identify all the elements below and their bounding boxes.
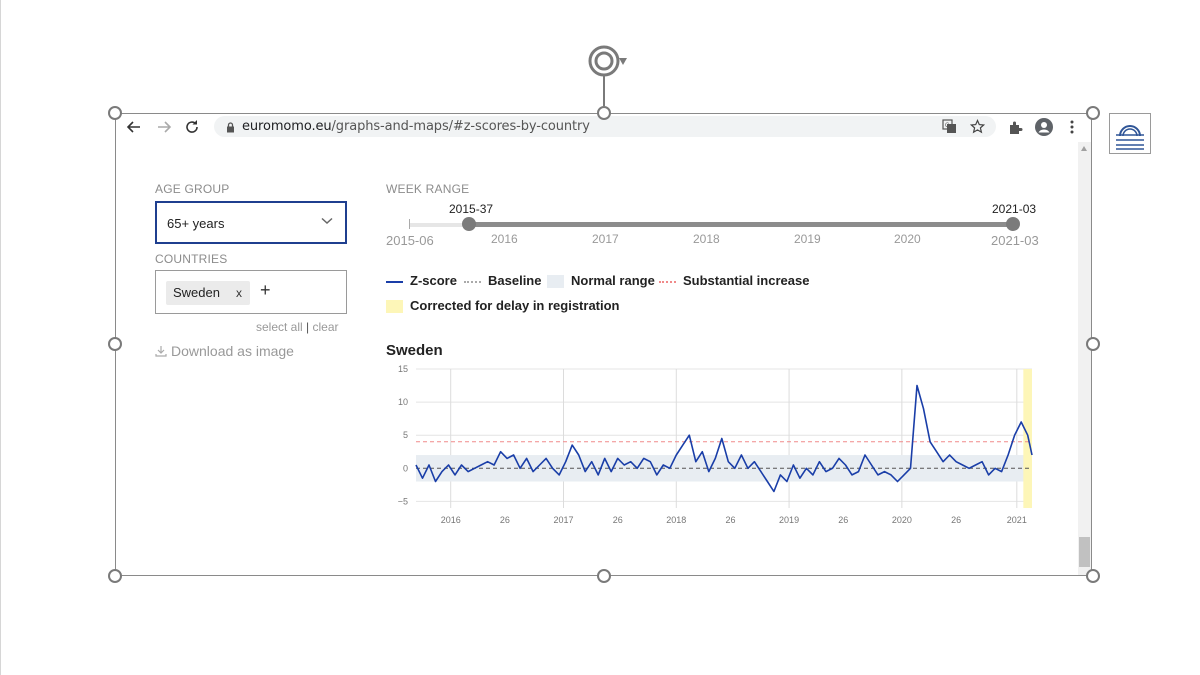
- url-text[interactable]: euromomo.eu/graphs-and-maps/#z-scores-by…: [242, 119, 590, 134]
- legend-baseline-label: Baseline: [488, 273, 542, 288]
- substantial-increase-swatch: [659, 280, 676, 283]
- rotate-handle-icon[interactable]: [585, 42, 629, 80]
- resize-handle-top-right[interactable]: [1086, 106, 1100, 120]
- countries-label: COUNTRIES: [155, 252, 228, 266]
- download-icon: [155, 346, 167, 357]
- download-image-button[interactable]: Download as image: [155, 343, 294, 359]
- legend-substantial-increase: Substantial increase: [659, 273, 809, 288]
- normal-range-swatch: [547, 275, 564, 289]
- zscore-chart: 15 10 5 0 −5 2016 26 2017 26 2018 26 2019 26 2020 26 20…: [398, 364, 1033, 525]
- x-tick-label: 2020: [892, 515, 912, 525]
- x-tick-label: 26: [838, 515, 848, 525]
- year-label-2019: 2019: [794, 232, 821, 246]
- y-tick-label: 10: [398, 397, 408, 407]
- x-tick-label: 26: [500, 515, 510, 525]
- layout-options-button[interactable]: [1109, 113, 1151, 154]
- week-range-max-label: 2021-03: [991, 233, 1039, 248]
- week-range-start-handle[interactable]: [462, 217, 476, 231]
- age-group-value: 65+ years: [167, 216, 225, 231]
- download-label: Download as image: [171, 343, 294, 359]
- bookmark-star-icon[interactable]: [970, 119, 985, 134]
- legend-corrected-label: Corrected for delay in registration: [410, 298, 620, 313]
- legend-zscore-label: Z-score: [410, 273, 457, 288]
- x-tick-label: 26: [951, 515, 961, 525]
- y-tick-label: 0: [403, 463, 408, 473]
- week-range-end-value: 2021-03: [992, 202, 1037, 216]
- clear-link[interactable]: clear: [313, 320, 339, 334]
- year-label-2018: 2018: [693, 232, 720, 246]
- x-tick-label: 2021: [1007, 515, 1027, 525]
- week-range-start-value: 2015-37: [449, 202, 494, 216]
- legend-baseline: Baseline: [464, 273, 541, 288]
- x-tick-label: 2017: [553, 515, 573, 525]
- resize-handle-top[interactable]: [597, 106, 611, 120]
- browser-menu-icon[interactable]: [1062, 117, 1082, 137]
- browser-window-screenshot: euromomo.eu/graphs-and-maps/#z-scores-by…: [116, 114, 1091, 575]
- select-links: select all | clear: [256, 320, 339, 334]
- y-tick-label: 15: [398, 364, 408, 374]
- chart-title: Sweden: [386, 342, 443, 359]
- zscore-swatch: [386, 280, 403, 283]
- x-tick-label: 2016: [441, 515, 461, 525]
- chevron-down-icon: [321, 217, 333, 225]
- x-tick-label: 26: [613, 515, 623, 525]
- countries-input[interactable]: Sweden x +: [155, 270, 347, 314]
- document-edge: [0, 0, 1, 675]
- y-tick-label: −5: [398, 496, 408, 506]
- scrollbar-thumb[interactable]: [1079, 537, 1090, 567]
- rotate-handle-stem: [603, 76, 605, 106]
- age-group-label: AGE GROUP: [155, 182, 230, 196]
- year-label-2017: 2017: [592, 232, 619, 246]
- week-range-min-label: 2015-06: [386, 233, 434, 248]
- resize-handle-top-left[interactable]: [108, 106, 122, 120]
- svg-text:G: G: [945, 123, 950, 129]
- x-tick-label: 2019: [779, 515, 799, 525]
- back-arrow-icon[interactable]: [124, 117, 144, 137]
- resize-handle-bottom-left[interactable]: [108, 569, 122, 583]
- resize-handle-bottom[interactable]: [597, 569, 611, 583]
- country-chip-sweden: Sweden x: [166, 281, 250, 305]
- scroll-up-arrow-icon[interactable]: [1081, 146, 1087, 151]
- x-tick-label: 2018: [666, 515, 686, 525]
- add-country-button[interactable]: +: [260, 280, 271, 301]
- corrected-swatch: [386, 300, 403, 314]
- forward-arrow-icon[interactable]: [154, 117, 174, 137]
- web-page: AGE GROUP 65+ years COUNTRIES Sweden x +…: [116, 142, 1078, 575]
- week-range-label: WEEK RANGE: [386, 182, 470, 196]
- legend-normal-range: Normal range: [547, 273, 655, 289]
- reload-icon[interactable]: [182, 117, 202, 137]
- year-label-2020: 2020: [894, 232, 921, 246]
- extensions-puzzle-icon[interactable]: [1006, 117, 1026, 137]
- layout-options-icon: [1116, 125, 1144, 150]
- age-group-select[interactable]: 65+ years: [155, 201, 347, 244]
- resize-handle-bottom-right[interactable]: [1086, 569, 1100, 583]
- week-range-selected: [470, 222, 1014, 227]
- select-all-link[interactable]: select all: [256, 320, 303, 334]
- year-label-2016: 2016: [491, 232, 518, 246]
- legend-zscore: Z-score: [386, 273, 457, 288]
- page-scrollbar[interactable]: [1078, 142, 1091, 575]
- link-separator: |: [306, 320, 310, 334]
- translate-icon[interactable]: G: [942, 119, 957, 134]
- remove-country-button[interactable]: x: [236, 286, 242, 300]
- resize-handle-right[interactable]: [1086, 337, 1100, 351]
- week-range-end-handle[interactable]: [1006, 217, 1020, 231]
- legend-normal-range-label: Normal range: [571, 273, 655, 288]
- x-tick-label: 26: [725, 515, 735, 525]
- profile-avatar-icon[interactable]: [1034, 117, 1054, 137]
- country-chip-label: Sweden: [173, 285, 220, 300]
- legend-substantial-increase-label: Substantial increase: [683, 273, 810, 288]
- baseline-swatch: [464, 280, 481, 283]
- y-tick-label: 5: [403, 430, 408, 440]
- legend-corrected: Corrected for delay in registration: [386, 298, 620, 314]
- lock-icon[interactable]: [226, 122, 235, 133]
- resize-handle-left[interactable]: [108, 337, 122, 351]
